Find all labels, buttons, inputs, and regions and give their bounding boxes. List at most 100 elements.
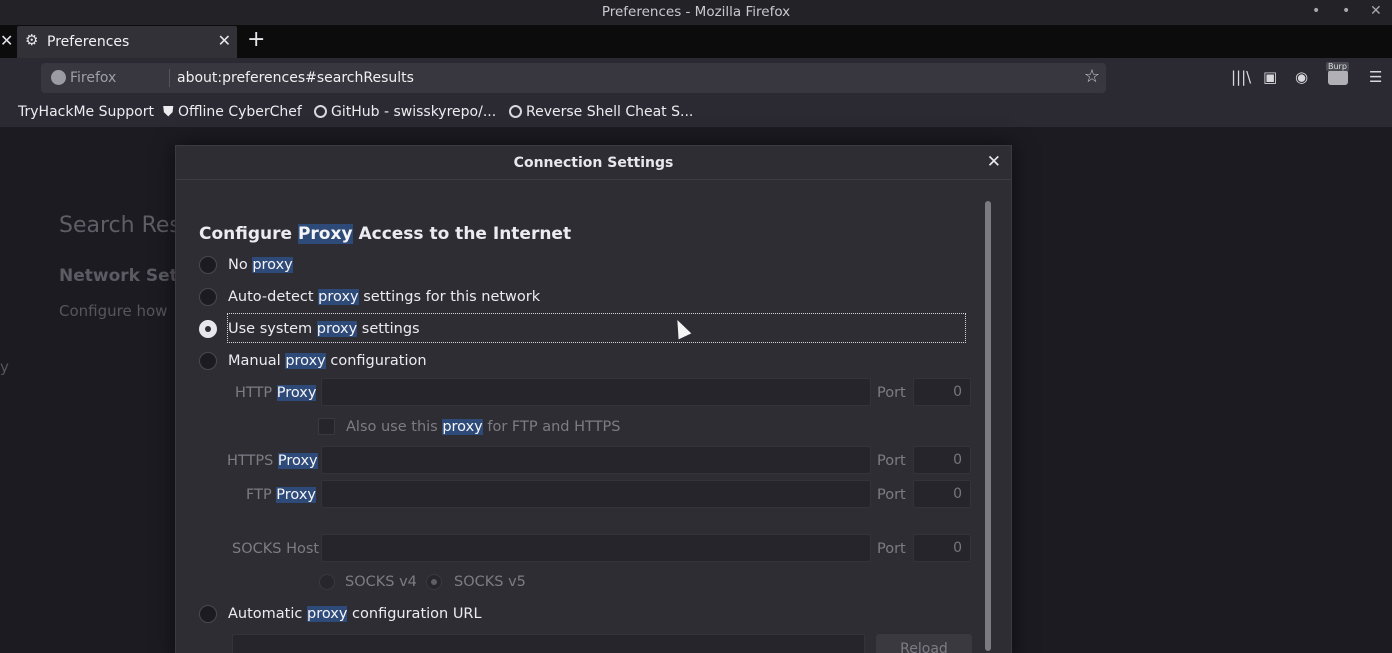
option-text: configuration [325,353,427,369]
label-highlight: Proxy [276,487,317,503]
auto-detect-label[interactable]: Auto-detect proxy settings for this netw… [228,289,540,305]
close-window-button[interactable]: ✕ [1370,3,1382,19]
dialog-scrollbar[interactable] [985,201,991,651]
ftp-port-input[interactable]: 0 [913,480,971,508]
bookmark-star-icon[interactable]: ☆ [1084,66,1100,87]
option-text: Use system [228,321,317,337]
auto-url-label[interactable]: Automatic proxy configuration URL [228,606,482,622]
https-port-input[interactable]: 0 [913,446,971,474]
option-text: No [228,257,253,273]
library-icon[interactable]: |||\ [1231,68,1251,86]
socks-port-input[interactable]: 0 [913,534,971,562]
label-text: HTTPS [227,453,278,469]
label-text: HTTP [235,385,277,401]
burp-icon-body [1328,70,1348,85]
burp-icon-tag: Burp [1326,62,1349,71]
maximize-button[interactable]: • [1342,3,1350,19]
ftp-port-label: Port [877,487,906,503]
tab-strip: ✕ ⚙ Preferences ✕ + [0,25,1392,58]
option-highlight: proxy [318,289,359,305]
https-port-label: Port [877,453,906,469]
window-titlebar: Preferences - Mozilla Firefox • • ✕ [0,0,1392,25]
socks-port-label: Port [877,541,906,557]
http-proxy-label: HTTP Proxy [235,385,317,401]
bookmark-cyberchef[interactable]: ⛊ Offline CyberChef [163,104,302,120]
socks-v5-radio[interactable] [426,574,442,590]
label-text: FTP [246,487,277,503]
ftp-proxy-input[interactable] [321,480,871,508]
ftp-proxy-label: FTP Proxy [246,487,317,503]
manual-proxy-radio[interactable] [199,352,217,370]
reload-button[interactable]: Reload [876,634,972,653]
http-port-input[interactable]: 0 [913,378,971,406]
option-text: settings for this network [358,289,541,305]
tab-preferences[interactable]: ⚙ Preferences ✕ [17,26,237,58]
url-text[interactable]: about:preferences#searchResults [177,70,414,86]
label-text: for FTP and HTTPS [482,419,621,435]
github-icon [314,105,327,118]
minimize-button[interactable]: • [1312,3,1320,19]
system-proxy-label[interactable]: Use system proxy settings [228,321,420,337]
bookmark-tryhackme[interactable]: TryHackMe Support [18,104,154,120]
option-text: Auto-detect [228,289,319,305]
connection-settings-dialog: Connection Settings ✕ Configure Proxy Ac… [175,145,1012,653]
option-highlight: proxy [285,353,326,369]
bookmark-github[interactable]: GitHub - swisskyrepo/... [314,104,496,120]
globe-icon [509,105,522,118]
burp-extension-icon[interactable]: Burp [1326,62,1352,88]
url-separator [169,69,170,87]
window-title: Preferences - Mozilla Firefox [601,4,791,20]
identity-label: Firefox [70,70,117,86]
socks-v4-radio[interactable] [319,574,335,590]
socks-host-label: SOCKS Host [232,541,320,557]
close-icon[interactable]: ✕ [0,31,13,50]
new-tab-button[interactable]: + [247,27,265,52]
http-port-label: Port [877,385,906,401]
no-proxy-radio[interactable] [199,256,217,274]
https-proxy-input[interactable] [321,446,871,474]
auto-url-radio[interactable] [199,605,217,623]
bookmarks-toolbar: TryHackMe Support ⛊ Offline CyberChef Gi… [0,98,1392,127]
option-text: Automatic [228,606,307,622]
also-use-checkbox[interactable] [318,418,335,435]
option-text: configuration URL [347,606,482,622]
dialog-header: Connection Settings ✕ [176,146,1011,180]
label-highlight: Proxy [277,453,318,469]
https-proxy-label: HTTPS Proxy [227,453,318,469]
tab-close-button[interactable]: ✕ [218,31,231,50]
bookmark-label: TryHackMe Support [18,104,154,120]
option-text: settings [357,321,420,337]
system-proxy-radio[interactable] [199,320,217,338]
tab-label: Preferences [47,34,130,50]
bookmark-label: GitHub - swisskyrepo/... [331,104,497,120]
http-proxy-input[interactable] [321,378,871,406]
menu-icon[interactable]: ☰ [1369,68,1382,86]
sidebar-fragment: y [0,358,9,376]
account-icon[interactable]: ◉ [1295,68,1308,86]
no-proxy-label[interactable]: No proxy [228,257,293,273]
socks-v4-label: SOCKS v4 [345,574,417,590]
network-settings-heading: Network Sett [59,266,186,286]
option-highlight: proxy [316,321,358,337]
search-results-heading: Search Res [59,213,181,238]
heading-text: Configure [199,224,298,244]
bookmark-label: Offline CyberChef [177,104,302,120]
also-use-label[interactable]: Also use this proxy for FTP and HTTPS [346,419,620,435]
label-highlight: Proxy [276,385,317,401]
proxy-heading: Configure Proxy Access to the Internet [199,224,571,244]
url-bar[interactable]: Firefox about:preferences#searchResults … [41,63,1106,93]
manual-proxy-label[interactable]: Manual proxy configuration [228,353,427,369]
option-highlight: proxy [306,606,348,622]
firefox-icon [51,70,66,85]
auto-url-input[interactable] [232,634,865,653]
label-highlight: proxy [442,419,483,435]
option-text: Manual [228,353,286,369]
auto-detect-radio[interactable] [199,288,217,306]
gear-icon: ⚙ [25,31,39,49]
bookmark-reverse-shell[interactable]: Reverse Shell Cheat S... [509,104,693,120]
dialog-close-button[interactable]: ✕ [987,152,1001,172]
sidebar-icon[interactable]: ▣ [1263,68,1277,86]
option-highlight: proxy [252,257,293,273]
socks-host-input[interactable] [321,534,871,562]
bookmark-label: Reverse Shell Cheat S... [526,104,694,120]
